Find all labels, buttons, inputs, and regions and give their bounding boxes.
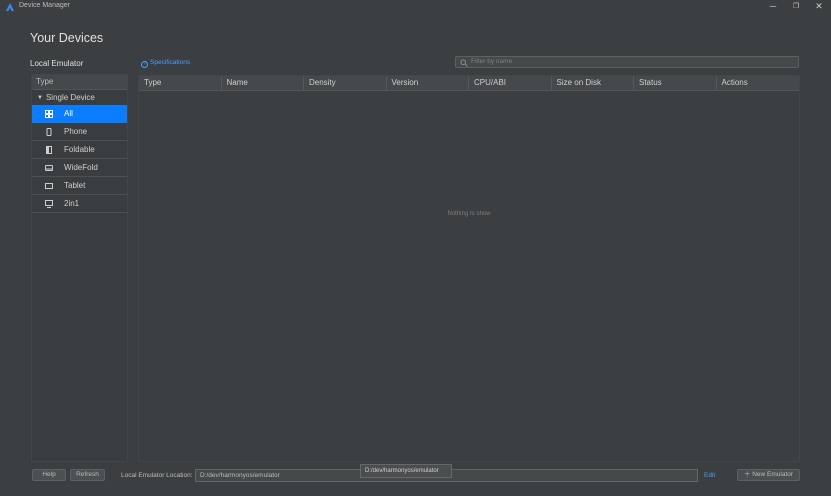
specifications-label: Specifications — [150, 59, 191, 66]
sidebar-item-foldable[interactable]: Foldable — [32, 141, 127, 159]
search-icon — [460, 59, 468, 67]
window-title: Device Manager — [19, 2, 70, 9]
group-label: Single Device — [45, 93, 95, 102]
harmonyos-logo-icon — [6, 3, 14, 11]
title-bar: Device Manager ─ ❐ ✕ — [0, 0, 831, 14]
tablet-icon — [45, 183, 53, 189]
column-header-name[interactable]: Name — [222, 76, 304, 90]
edit-location-link[interactable]: Edit — [704, 472, 715, 479]
sidebar-item-widefold[interactable]: WideFold — [32, 159, 127, 177]
sidebar-item-label: Phone — [64, 127, 88, 136]
refresh-button[interactable]: Refresh — [70, 469, 105, 481]
column-header-status[interactable]: Status — [634, 76, 717, 90]
widefold-icon — [45, 165, 53, 171]
phone-icon — [46, 128, 52, 136]
minimize-button[interactable]: ─ — [762, 0, 784, 14]
sidebar-item-tablet[interactable]: Tablet — [32, 177, 127, 195]
plus-icon: ＋ — [743, 471, 751, 478]
new-emulator-label: New Emulator — [752, 471, 794, 478]
monitor-icon — [45, 200, 53, 208]
column-header-type[interactable]: Type — [139, 76, 222, 90]
devices-table: Type Name Density Version CPU/ABI Size o… — [138, 75, 800, 462]
column-header-actions[interactable]: Actions — [717, 76, 800, 90]
restore-button[interactable]: ❐ — [785, 0, 807, 14]
sidebar-item-phone[interactable]: Phone — [32, 123, 127, 141]
sidebar-item-label: WideFold — [64, 163, 98, 172]
help-button[interactable]: Help — [32, 469, 66, 481]
column-header-size[interactable]: Size on Disk — [552, 76, 634, 90]
location-tooltip: D:/dev/harmonyos/emulator — [360, 464, 452, 478]
column-header-cpu-abi[interactable]: CPU/ABI — [469, 76, 552, 90]
sidebar-item-label: Foldable — [64, 145, 95, 154]
sidebar-item-all[interactable]: All — [32, 105, 127, 123]
single-device-group[interactable]: ▼ Single Device — [32, 90, 127, 105]
column-header-version[interactable]: Version — [387, 76, 469, 90]
caret-down-icon: ▼ — [37, 95, 43, 101]
filter-input[interactable]: Filter by name — [455, 56, 799, 68]
type-header: Type — [32, 75, 127, 90]
device-type-panel: Type ▼ Single Device All Phone Foldable W… — [31, 74, 128, 462]
column-header-density[interactable]: Density — [304, 76, 387, 90]
grid-icon — [45, 110, 53, 118]
location-label: Local Emulator Location: — [121, 472, 193, 479]
table-header: Type Name Density Version CPU/ABI Size o… — [139, 76, 799, 91]
sidebar-item-2in1[interactable]: 2in1 — [32, 195, 127, 213]
foldable-icon — [46, 146, 52, 154]
sidebar-item-label: Tablet — [64, 181, 86, 190]
new-emulator-button[interactable]: ＋ New Emulator — [737, 469, 800, 481]
sidebar-item-label: All — [64, 109, 73, 118]
local-emulator-label: Local Emulator — [30, 59, 84, 68]
page-title: Your Devices — [30, 31, 104, 45]
info-icon: ? — [141, 61, 148, 68]
sidebar-item-label: 2in1 — [64, 199, 80, 208]
specifications-link[interactable]: ? Specifications — [141, 58, 190, 68]
filter-placeholder: Filter by name — [471, 58, 513, 65]
empty-state-text: Nothing to show — [447, 211, 491, 217]
close-button[interactable]: ✕ — [808, 0, 830, 14]
